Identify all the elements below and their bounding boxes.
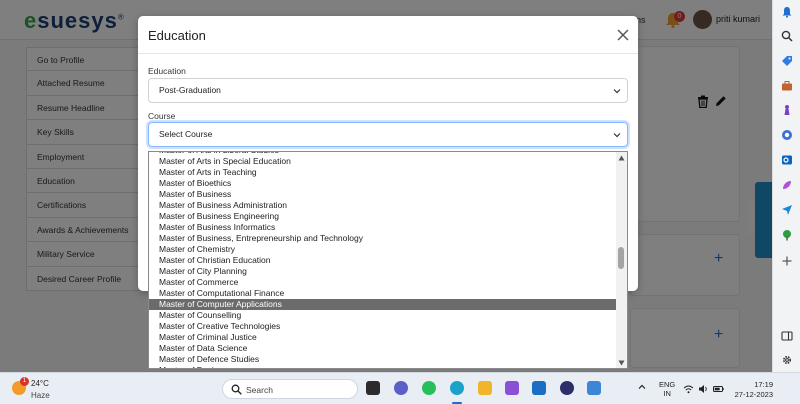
- task-view-icon[interactable]: [366, 381, 380, 395]
- store-icon[interactable]: [587, 381, 601, 395]
- edge-browser-icon[interactable]: [450, 381, 464, 395]
- course-option[interactable]: Master of Chemistry: [149, 244, 618, 255]
- weather-temperature[interactable]: 24°C: [31, 379, 49, 388]
- course-option[interactable]: Master of Counselling: [149, 310, 618, 321]
- tag-icon[interactable]: [781, 55, 793, 67]
- course-select[interactable]: Select Course: [148, 122, 628, 147]
- course-option[interactable]: Master of Computational Finance: [149, 288, 618, 299]
- mail-icon[interactable]: [532, 381, 546, 395]
- weather-alert-badge: 1: [20, 377, 29, 386]
- modal-header-divider: [138, 53, 638, 54]
- dropdown-scrollbar[interactable]: [616, 152, 627, 368]
- chevron-up-icon[interactable]: [638, 383, 646, 391]
- briefcase-icon[interactable]: [781, 80, 793, 92]
- sidebar-toggle-icon[interactable]: [781, 330, 793, 342]
- search-icon[interactable]: [781, 30, 793, 42]
- volume-icon[interactable]: [698, 384, 709, 394]
- wifi-icon[interactable]: [683, 384, 694, 394]
- course-option[interactable]: Master of Data Science: [149, 343, 618, 354]
- add-icon[interactable]: [781, 255, 793, 267]
- course-option[interactable]: Master of Arts in Teaching: [149, 167, 618, 178]
- course-option[interactable]: Master of Arts in Special Education: [149, 156, 618, 167]
- gear-icon[interactable]: [781, 354, 793, 366]
- course-option[interactable]: Master of Christian Education: [149, 255, 618, 266]
- file-explorer-icon[interactable]: [478, 381, 492, 395]
- scroll-up-arrow-icon[interactable]: [618, 155, 625, 161]
- outlook-icon[interactable]: [781, 154, 793, 166]
- battery-icon[interactable]: [713, 384, 724, 394]
- language-indicator[interactable]: ENG IN: [659, 380, 675, 398]
- chess-piece-icon[interactable]: [781, 104, 793, 116]
- course-options-list: Master of Arts in Liberal StudiesMaster …: [149, 152, 618, 368]
- course-option[interactable]: Master of Criminal Justice: [149, 332, 618, 343]
- visual-studio-icon[interactable]: [505, 381, 519, 395]
- browser-sidebar: [772, 0, 800, 372]
- chevron-down-icon: [613, 89, 621, 94]
- course-option[interactable]: Master of Business, Entrepreneurship and…: [149, 233, 618, 244]
- modal-title: Education: [148, 28, 206, 43]
- course-option[interactable]: Master of Business: [149, 189, 618, 200]
- scroll-down-arrow-icon[interactable]: [618, 360, 625, 366]
- course-label: Course: [148, 111, 176, 121]
- taskbar-search[interactable]: Search: [222, 379, 358, 399]
- course-option[interactable]: Master of Business Engineering: [149, 211, 618, 222]
- close-icon[interactable]: [616, 28, 630, 42]
- course-option-highlighted[interactable]: Master of Computer Applications: [149, 299, 618, 310]
- course-option[interactable]: Master of Business Informatics: [149, 222, 618, 233]
- course-option[interactable]: Master of Bioethics: [149, 178, 618, 189]
- scrollbar-thumb[interactable]: [618, 247, 624, 269]
- whatsapp-icon[interactable]: [422, 381, 436, 395]
- tree-icon[interactable]: [781, 229, 793, 241]
- education-label: Education: [148, 66, 186, 76]
- send-icon[interactable]: [781, 204, 793, 216]
- course-options-dropdown[interactable]: Master of Arts in Liberal StudiesMaster …: [148, 151, 628, 369]
- copilot-icon[interactable]: [781, 129, 793, 141]
- designer-icon[interactable]: [781, 179, 793, 191]
- windows-taskbar: 1 24°C Haze Search ENG IN 17:19 27-12-2023: [0, 372, 800, 404]
- course-option[interactable]: Master of City Planning: [149, 266, 618, 277]
- course-option[interactable]: Master of Defence Studies: [149, 354, 618, 365]
- education-select-value: Post-Graduation: [159, 85, 221, 95]
- media-app-icon[interactable]: [560, 381, 574, 395]
- course-option[interactable]: Master of Business Administration: [149, 200, 618, 211]
- course-select-value: Select Course: [159, 129, 213, 139]
- weather-condition[interactable]: Haze: [31, 391, 50, 400]
- chat-icon[interactable]: [394, 381, 408, 395]
- course-option[interactable]: Master of Creative Technologies: [149, 321, 618, 332]
- search-icon: [231, 384, 242, 395]
- chevron-down-icon: [613, 133, 621, 138]
- education-select[interactable]: Post-Graduation: [148, 78, 628, 103]
- search-placeholder: Search: [246, 385, 273, 395]
- bell-icon[interactable]: [781, 6, 793, 18]
- course-option[interactable]: Master of Design: [149, 365, 618, 368]
- system-clock[interactable]: 17:19 27-12-2023: [733, 380, 773, 400]
- course-option[interactable]: Master of Commerce: [149, 277, 618, 288]
